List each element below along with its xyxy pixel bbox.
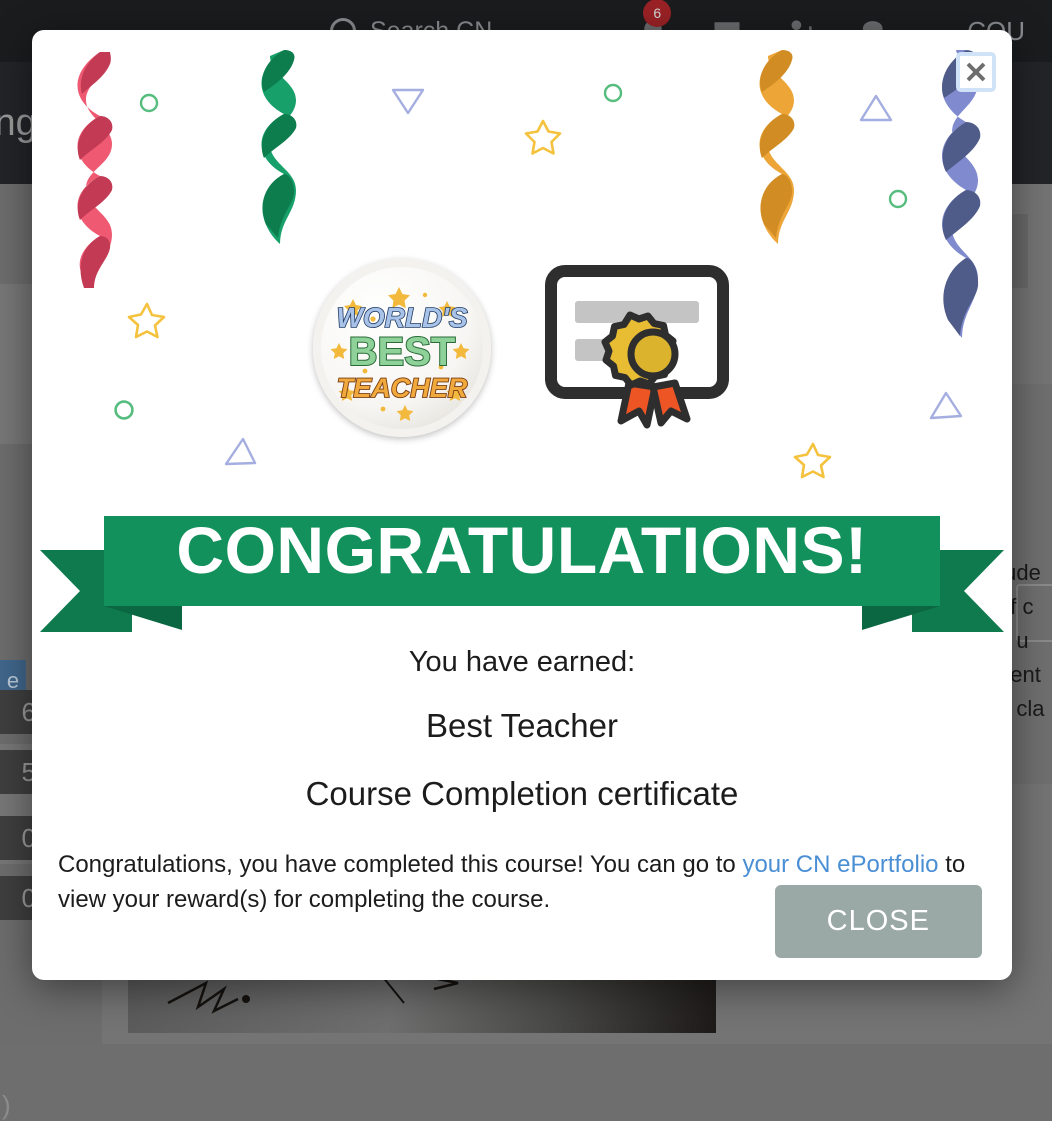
certificate-icon [543, 263, 731, 433]
close-icon [964, 60, 988, 84]
confetti-circle-icon [602, 82, 624, 104]
badge-line-1: WORLD'S [336, 302, 467, 333]
description-before: Congratulations, you have completed this… [58, 851, 742, 878]
confetti-triangle-up-icon [858, 92, 894, 124]
banner-title: CONGRATULATIONS! [32, 494, 1012, 606]
close-icon-button[interactable] [956, 52, 996, 92]
badge-line-2: BEST [349, 330, 456, 374]
confetti-circle-icon [887, 188, 909, 210]
confetti-triangle-down-icon [390, 86, 426, 116]
modal-footer: CLOSE [775, 885, 982, 958]
reward-details: You have earned: Best Teacher Course Com… [32, 630, 1012, 917]
streamer-green [244, 48, 314, 248]
congratulations-banner: CONGRATULATIONS! [32, 494, 1012, 644]
badge-line-3: TEACHER [337, 373, 468, 403]
reward-certificate-name: Course Completion certificate [32, 775, 1012, 813]
eportfolio-link[interactable]: your CN ePortfolio [742, 851, 938, 878]
reward-icons-row: WORLD'S BEST TEACHER [32, 248, 1012, 448]
reward-name: Best Teacher [32, 707, 1012, 745]
best-teacher-badge-icon: WORLD'S BEST TEACHER [313, 259, 491, 437]
earned-label: You have earned: [32, 646, 1012, 679]
course-completion-modal: WORLD'S BEST TEACHER CONG [32, 30, 1012, 980]
confetti-circle-icon [138, 92, 160, 114]
streamer-orange [742, 48, 812, 248]
confetti-star-icon [522, 116, 564, 158]
close-button[interactable]: CLOSE [775, 885, 982, 958]
sidebar-paren-fragment: ) [2, 1090, 11, 1121]
